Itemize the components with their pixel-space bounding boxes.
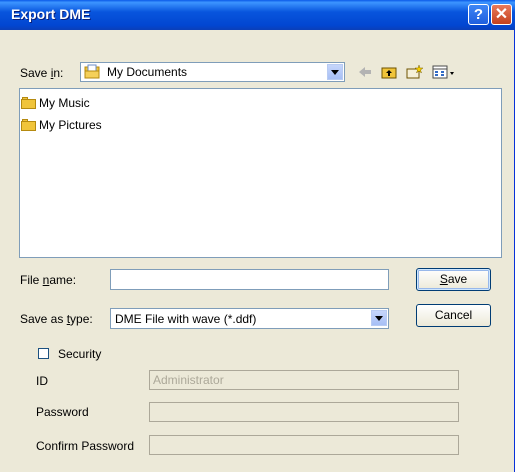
save-button[interactable]: Save <box>416 268 491 291</box>
up-folder-icon[interactable] <box>381 64 397 80</box>
file-list[interactable]: My Music My Pictures <box>19 88 502 258</box>
file-name-label: File name: <box>20 273 77 287</box>
folder-icon <box>21 96 37 110</box>
list-item[interactable]: My Pictures <box>21 117 102 133</box>
file-name: My Music <box>39 96 90 110</box>
help-button[interactable]: ? <box>468 4 489 25</box>
security-label: Security <box>58 347 102 361</box>
id-label: ID <box>36 374 48 388</box>
my-documents-icon <box>84 64 100 80</box>
password-label: Password <box>36 405 89 419</box>
id-input[interactable]: Administrator <box>149 370 459 390</box>
file-name: My Pictures <box>39 118 102 132</box>
export-dialog: Export DME ? ✕ Save in: My Documents My … <box>0 0 515 472</box>
views-menu-icon[interactable] <box>432 64 458 80</box>
file-name-input[interactable] <box>110 269 389 290</box>
save-in-label: Save in: <box>20 66 64 80</box>
password-input[interactable] <box>149 402 459 422</box>
confirm-password-input[interactable] <box>149 435 459 455</box>
confirm-password-label: Confirm Password <box>36 439 135 453</box>
save-as-type-select[interactable]: DME File with wave (*.ddf) <box>110 308 389 329</box>
chevron-down-icon[interactable] <box>371 310 387 326</box>
folder-icon <box>21 118 37 132</box>
save-in-value: My Documents <box>107 65 188 79</box>
back-arrow-icon[interactable] <box>357 64 373 80</box>
dialog-title: Export DME <box>11 6 91 22</box>
security-checkbox[interactable] <box>38 348 49 359</box>
chevron-down-icon[interactable] <box>327 64 343 80</box>
save-as-type-value: DME File with wave (*.ddf) <box>115 312 257 326</box>
save-in-combo[interactable]: My Documents <box>80 62 345 82</box>
list-item[interactable]: My Music <box>21 95 90 111</box>
cancel-button[interactable]: Cancel <box>416 304 491 327</box>
save-as-type-label: Save as type: <box>20 312 93 326</box>
title-bar[interactable]: Export DME ? ✕ <box>0 0 515 30</box>
new-folder-icon[interactable] <box>406 64 424 80</box>
close-button[interactable]: ✕ <box>491 4 512 25</box>
